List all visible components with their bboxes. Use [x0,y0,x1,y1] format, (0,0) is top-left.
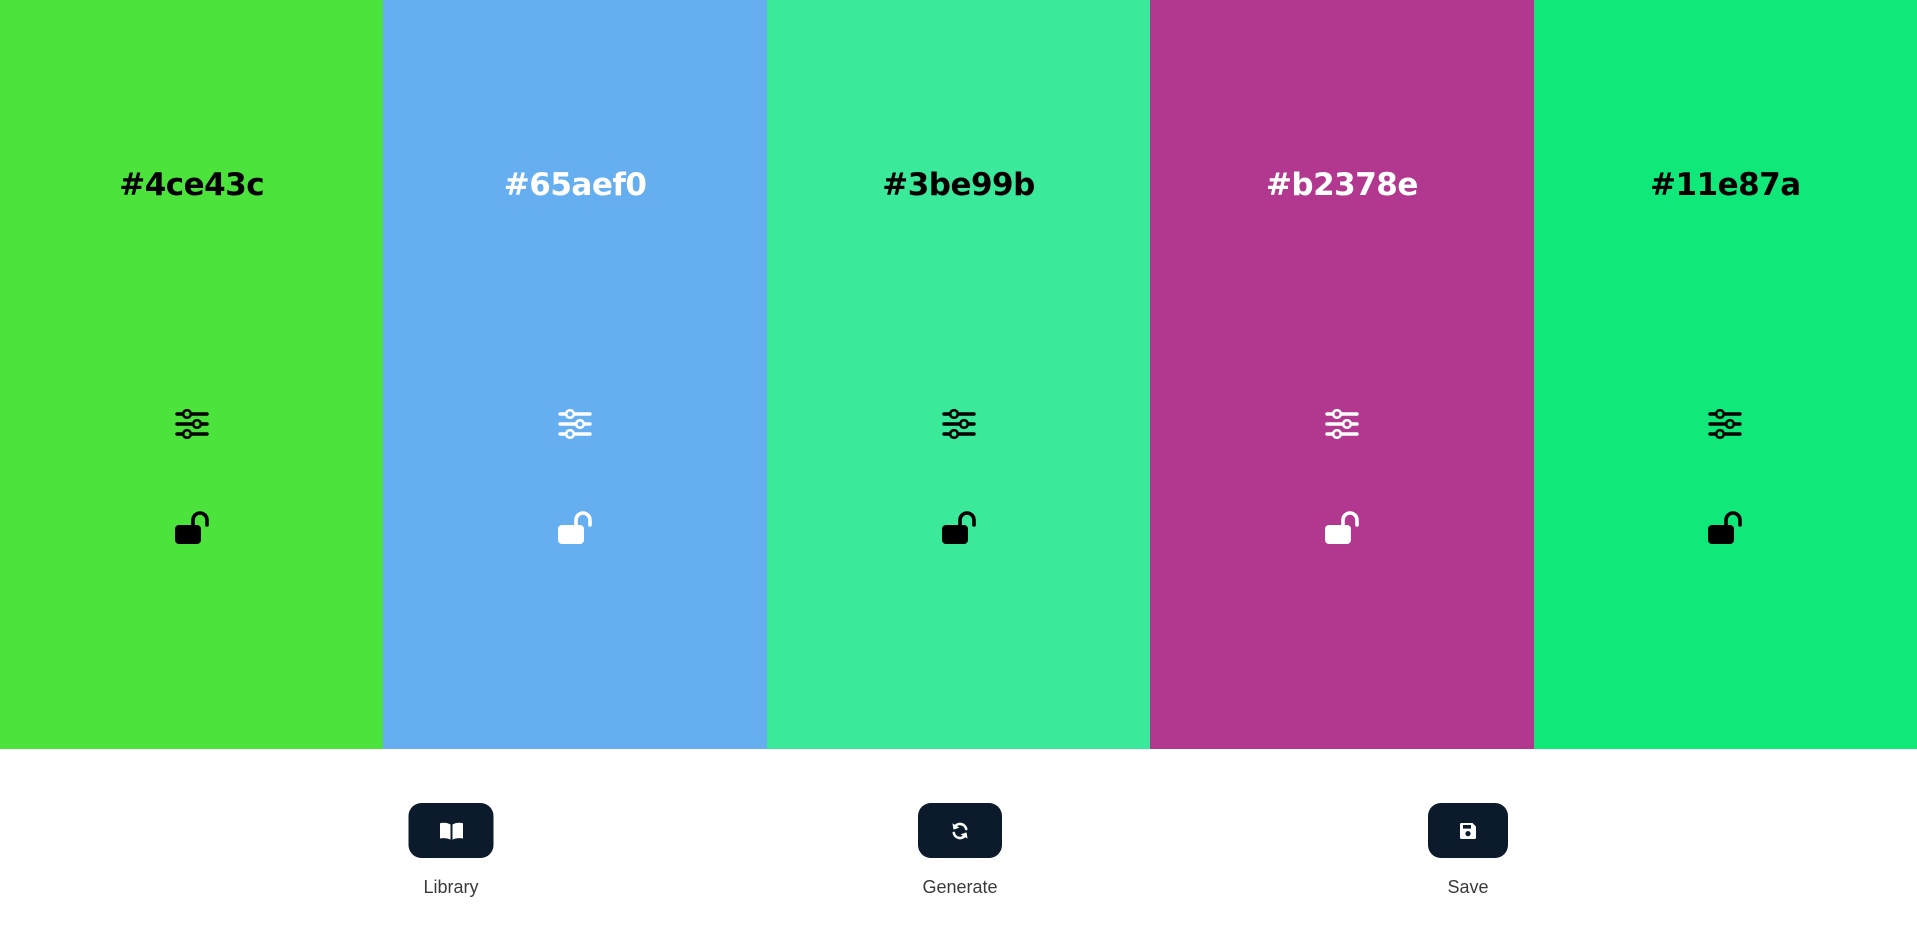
adjust-button[interactable] [553,402,597,446]
book-open-icon [439,822,463,840]
generate-label: Generate [922,877,998,897]
adjust-button[interactable] [170,402,214,446]
library-button[interactable] [408,803,494,858]
save-label: Save [1447,877,1489,897]
hex-label[interactable]: #4ce43c [0,167,383,203]
color-swatch-3: #3be99b [766,0,1151,749]
save-button[interactable] [1428,803,1508,858]
hex-label[interactable]: #b2378e [1150,167,1533,203]
color-swatch-2: #65aef0 [383,0,767,749]
generate-control: Generate [918,803,1002,898]
sliders-icon [175,408,209,440]
library-label: Library [423,877,479,897]
adjust-button[interactable] [1320,402,1364,446]
lock-toggle-button[interactable] [1703,506,1747,550]
unlocked-padlock-icon [558,511,592,544]
hex-label[interactable]: #3be99b [767,167,1150,203]
unlocked-padlock-icon [941,511,976,544]
unlocked-padlock-icon [1708,511,1743,544]
library-control: Library [408,803,494,898]
sliders-icon [941,408,976,440]
sliders-icon [1708,408,1743,440]
color-swatch-4: #b2378e [1150,0,1534,749]
sliders-icon [558,408,592,440]
hex-label[interactable]: #65aef0 [383,167,766,203]
lock-toggle-button[interactable] [937,506,981,550]
lock-toggle-button[interactable] [170,506,214,550]
lock-toggle-button[interactable] [1320,506,1364,550]
color-swatch-5: #11e87a [1533,0,1917,749]
hex-label[interactable]: #11e87a [1534,167,1917,203]
adjust-button[interactable] [937,402,981,446]
color-swatch-1: #4ce43c [0,0,384,749]
adjust-button[interactable] [1703,402,1747,446]
sliders-icon [1325,408,1359,440]
unlocked-padlock-icon [1324,511,1359,544]
unlocked-padlock-icon [174,511,209,544]
controls-panel: Library Generate Save [0,749,1917,934]
lock-toggle-button[interactable] [553,506,597,550]
save-control: Save [1428,803,1508,898]
floppy-disk-icon [1459,822,1476,839]
generate-button[interactable] [918,803,1002,858]
color-palette: #4ce43c #65aef0 #3be99b #b2378e #11e87a [0,0,1917,749]
refresh-icon [952,822,968,839]
